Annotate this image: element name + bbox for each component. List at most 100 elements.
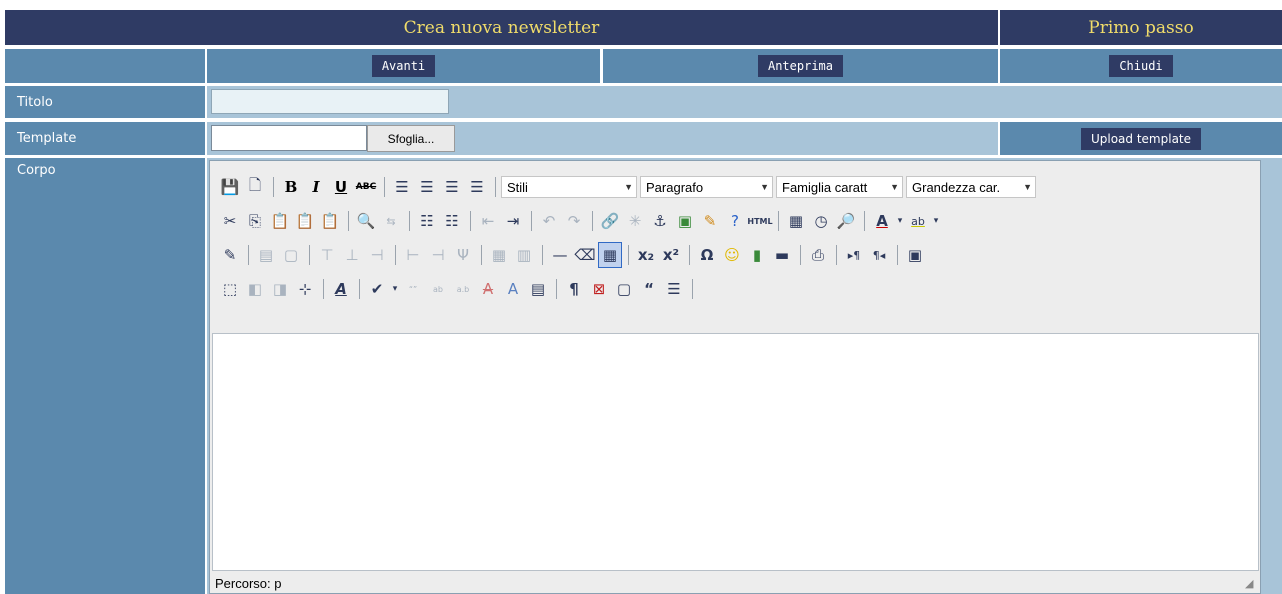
element-path: Percorso: p: [215, 575, 282, 591]
font-family-select[interactable]: Famiglia caratt ▼: [776, 176, 903, 198]
close-button[interactable]: Chiudi: [1109, 55, 1173, 77]
remove-format-icon[interactable]: ⌫: [573, 242, 597, 268]
insert-date-icon[interactable]: ▦: [784, 208, 808, 234]
insert-col-after-icon[interactable]: ⊣: [426, 242, 450, 268]
page-break-icon[interactable]: ☰: [662, 276, 686, 302]
table-row-props-icon[interactable]: ▤: [254, 242, 278, 268]
undo-icon[interactable]: ↶: [537, 208, 561, 234]
styles-select[interactable]: Stili ▼: [501, 176, 637, 198]
move-forward-icon[interactable]: ◧: [243, 276, 267, 302]
delete-row-icon[interactable]: ⊣: [365, 242, 389, 268]
align-justify-icon[interactable]: ☰: [465, 174, 489, 200]
align-left-icon[interactable]: ☰: [390, 174, 414, 200]
fullscreen-icon[interactable]: ▣: [903, 242, 927, 268]
media-icon[interactable]: ▮: [745, 242, 769, 268]
chevron-down-icon: ▼: [1023, 182, 1032, 192]
cite-icon[interactable]: “”: [401, 276, 425, 302]
insertion-icon[interactable]: A: [501, 276, 525, 302]
link-icon[interactable]: 🔗: [598, 208, 622, 234]
align-center-icon[interactable]: ☰: [415, 174, 439, 200]
indent-icon[interactable]: ⇥: [501, 208, 525, 234]
advanced-hr-icon[interactable]: ▬: [770, 242, 794, 268]
copy-icon[interactable]: ⎘: [243, 208, 267, 234]
chevron-down-icon[interactable]: ▾: [390, 276, 400, 302]
italic-icon[interactable]: I: [304, 174, 328, 200]
blockquote-icon[interactable]: “: [637, 276, 661, 302]
redo-icon[interactable]: ↷: [562, 208, 586, 234]
insert-col-before-icon[interactable]: ⊢: [401, 242, 425, 268]
chevron-down-icon[interactable]: ▾: [895, 208, 905, 234]
strikethrough-icon[interactable]: ABC: [354, 174, 378, 200]
emoticon-icon[interactable]: ☺: [720, 242, 744, 268]
step-label: Primo passo: [1000, 10, 1282, 45]
upload-template-button[interactable]: Upload template: [1080, 127, 1202, 150]
align-right-icon[interactable]: ☰: [440, 174, 464, 200]
toolbar-row-4: ⬚ ◧ ◨ ⊹ A ✔ ▾ “” ab a.b A A ▤ ¶ ⊠ ▢ “ ☰: [218, 273, 698, 305]
split-cells-icon[interactable]: ▦: [487, 242, 511, 268]
next-button[interactable]: Avanti: [371, 55, 436, 77]
find-icon[interactable]: 🔍: [354, 208, 378, 234]
abbreviation-icon[interactable]: ab: [426, 276, 450, 302]
spellcheck-icon[interactable]: ✔: [365, 276, 389, 302]
paste-word-icon[interactable]: 📋: [318, 208, 342, 234]
bold-icon[interactable]: B: [279, 174, 303, 200]
font-size-value: Grandezza car.: [912, 179, 1001, 195]
new-document-icon[interactable]: 🗋: [243, 174, 267, 200]
preview-button[interactable]: Anteprima: [757, 55, 844, 77]
insert-row-before-icon[interactable]: ⊤: [315, 242, 339, 268]
merge-cells-icon[interactable]: ▥: [512, 242, 536, 268]
browse-button[interactable]: Sfoglia...: [367, 125, 455, 152]
superscript-icon[interactable]: x²: [659, 242, 683, 268]
absolute-position-icon[interactable]: ⊹: [293, 276, 317, 302]
outdent-icon[interactable]: ⇤: [476, 208, 500, 234]
delete-col-icon[interactable]: Ψ: [451, 242, 475, 268]
text-color-icon[interactable]: A: [870, 208, 894, 234]
underline-icon[interactable]: U: [329, 174, 353, 200]
highlight-color-icon[interactable]: ab: [906, 208, 930, 234]
resize-handle-icon[interactable]: ◢: [1245, 578, 1257, 590]
numbered-list-icon[interactable]: ☷: [440, 208, 464, 234]
insert-row-after-icon[interactable]: ⊥: [340, 242, 364, 268]
cut-icon[interactable]: ✂: [218, 208, 242, 234]
template-icon[interactable]: ▢: [612, 276, 636, 302]
ltr-icon[interactable]: ▸¶: [842, 242, 866, 268]
font-size-select[interactable]: Grandezza car. ▼: [906, 176, 1036, 198]
separator: [836, 245, 837, 265]
separator: [542, 245, 543, 265]
insert-time-icon[interactable]: ◷: [809, 208, 833, 234]
visual-chars-icon[interactable]: ¶: [562, 276, 586, 302]
insert-table-icon[interactable]: ▦: [598, 242, 622, 268]
non-breaking-icon[interactable]: ⊠: [587, 276, 611, 302]
acronym-icon[interactable]: a.b: [451, 276, 475, 302]
image-icon[interactable]: ▣: [673, 208, 697, 234]
save-icon[interactable]: 💾: [218, 174, 242, 200]
paste-text-icon[interactable]: 📋: [293, 208, 317, 234]
replace-icon[interactable]: ⇆: [379, 208, 403, 234]
preview-icon[interactable]: 🔎: [834, 208, 858, 234]
subscript-icon[interactable]: x₂: [634, 242, 658, 268]
deletion-icon[interactable]: A: [476, 276, 500, 302]
special-char-icon[interactable]: Ω: [695, 242, 719, 268]
paste-icon[interactable]: 📋: [268, 208, 292, 234]
unlink-icon[interactable]: ✳: [623, 208, 647, 234]
move-backward-icon[interactable]: ◨: [268, 276, 292, 302]
chevron-down-icon[interactable]: ▾: [931, 208, 941, 234]
attributes-icon[interactable]: ▤: [526, 276, 550, 302]
bullet-list-icon[interactable]: ☷: [415, 208, 439, 234]
help-icon[interactable]: ?: [723, 208, 747, 234]
rtl-icon[interactable]: ¶◂: [867, 242, 891, 268]
table-cell-props-icon[interactable]: ▢: [279, 242, 303, 268]
horizontal-rule-icon[interactable]: —: [548, 242, 572, 268]
editor-content-area[interactable]: [212, 333, 1259, 571]
chevron-down-icon: ▼: [760, 182, 769, 192]
format-select[interactable]: Paragrafo ▼: [640, 176, 773, 198]
cleanup-icon[interactable]: ✎: [698, 208, 722, 234]
title-input[interactable]: [211, 89, 449, 114]
insert-layer-icon[interactable]: ⬚: [218, 276, 242, 302]
print-icon[interactable]: ⎙: [806, 242, 830, 268]
edit-table-icon[interactable]: ✎: [218, 242, 242, 268]
template-file-input[interactable]: [211, 125, 367, 151]
anchor-icon[interactable]: ⚓: [648, 208, 672, 234]
style-props-icon[interactable]: A: [329, 276, 353, 302]
html-source-button[interactable]: HTML: [747, 208, 772, 234]
